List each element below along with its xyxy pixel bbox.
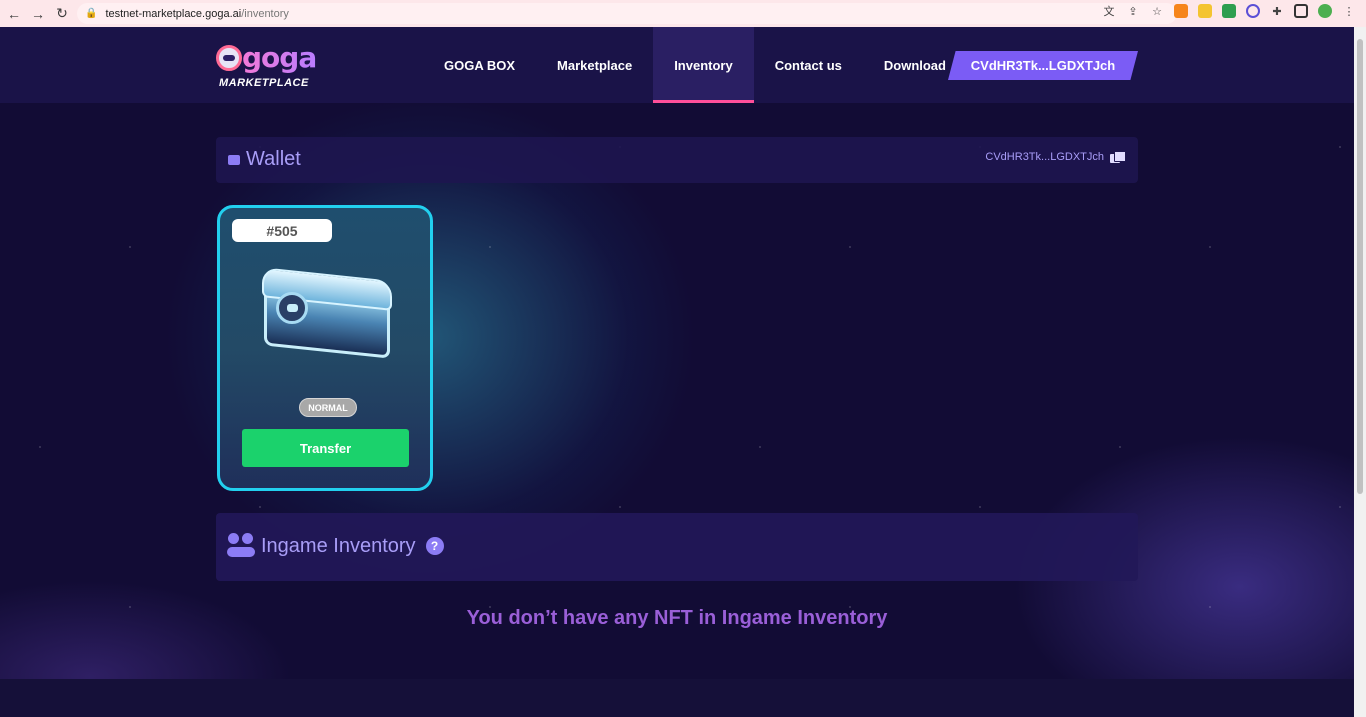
- wallet-heading: Wallet: [228, 148, 301, 171]
- rarity-badge: NORMAL: [299, 398, 357, 417]
- extension-badge-icon[interactable]: [1198, 4, 1212, 18]
- forward-icon[interactable]: →: [28, 4, 48, 24]
- site-header: goga MARKETPLACE GOGA BOX Marketplace In…: [0, 27, 1354, 103]
- reload-icon[interactable]: ↻: [52, 4, 72, 24]
- back-icon[interactable]: ←: [4, 4, 24, 24]
- copy-icon[interactable]: [1110, 151, 1126, 163]
- extensions-area: 文 ⇪ ☆ ✚ ⋮: [1102, 4, 1356, 18]
- nft-id-badge: #505: [232, 219, 332, 242]
- nav-contact-us[interactable]: Contact us: [754, 27, 863, 103]
- more-menu-icon[interactable]: ⋮: [1342, 4, 1356, 18]
- ingame-inventory-panel: Ingame Inventory ?: [216, 513, 1138, 581]
- nav-marketplace[interactable]: Marketplace: [536, 27, 653, 103]
- bookmark-star-icon[interactable]: ☆: [1150, 4, 1164, 18]
- robot-lock-icon: [276, 292, 308, 324]
- lock-icon: 🔒: [85, 8, 98, 19]
- ingame-title: Ingame Inventory: [261, 534, 416, 557]
- share-icon[interactable]: ⇪: [1126, 4, 1140, 18]
- extension-circle-icon[interactable]: [1246, 4, 1260, 18]
- nav-inventory[interactable]: Inventory: [653, 27, 754, 103]
- nav-download[interactable]: Download: [863, 27, 967, 103]
- logo-wordmark: goga: [242, 41, 317, 74]
- translate-icon[interactable]: 文: [1102, 4, 1116, 18]
- wallet-address-copy[interactable]: CVdHR3Tk...LGDXTJch: [985, 151, 1126, 163]
- goga-logo[interactable]: goga MARKETPLACE: [216, 39, 321, 95]
- metamask-icon[interactable]: [1174, 4, 1188, 18]
- wallet-address-button[interactable]: CVdHR3Tk...LGDXTJch: [948, 51, 1138, 80]
- url-host: testnet-marketplace.goga.ai: [105, 7, 242, 20]
- treasure-chest-image: [260, 267, 394, 362]
- nft-card[interactable]: #505 NORMAL Transfer: [217, 205, 433, 491]
- wallet-address: CVdHR3Tk...LGDXTJch: [985, 151, 1104, 163]
- wallet-icon: [228, 154, 240, 165]
- nav-goga-box[interactable]: GOGA BOX: [423, 27, 536, 103]
- address-bar[interactable]: 🔒 testnet-marketplace.goga.ai/inventory: [77, 3, 1177, 24]
- page: goga MARKETPLACE GOGA BOX Marketplace In…: [0, 27, 1354, 717]
- browser-toolbar: ← → ↻ 🔒 testnet-marketplace.goga.ai/inve…: [0, 0, 1366, 27]
- footer: [0, 679, 1354, 717]
- logo-subtitle: MARKETPLACE: [219, 77, 309, 89]
- extension-green-icon[interactable]: [1222, 4, 1236, 18]
- page-scrollbar[interactable]: [1354, 27, 1366, 717]
- puzzle-icon[interactable]: ✚: [1270, 4, 1284, 18]
- scrollbar-thumb[interactable]: [1357, 39, 1363, 494]
- profile-avatar[interactable]: [1318, 4, 1332, 18]
- robot-logo-icon: [216, 45, 242, 71]
- wallet-title: Wallet: [246, 148, 301, 170]
- help-icon[interactable]: ?: [425, 537, 444, 555]
- empty-inventory-message: You don’t have any NFT in Ingame Invento…: [466, 607, 888, 629]
- ingame-inventory-icon: [227, 533, 255, 559]
- transfer-button[interactable]: Transfer: [242, 429, 409, 467]
- sidebar-toggle-icon[interactable]: [1294, 4, 1308, 18]
- url-path: /inventory: [241, 7, 289, 20]
- main-nav: GOGA BOX Marketplace Inventory Contact u…: [423, 27, 967, 103]
- wallet-panel: Wallet CVdHR3Tk...LGDXTJch: [216, 137, 1138, 183]
- ingame-heading: Ingame Inventory ?: [227, 533, 444, 559]
